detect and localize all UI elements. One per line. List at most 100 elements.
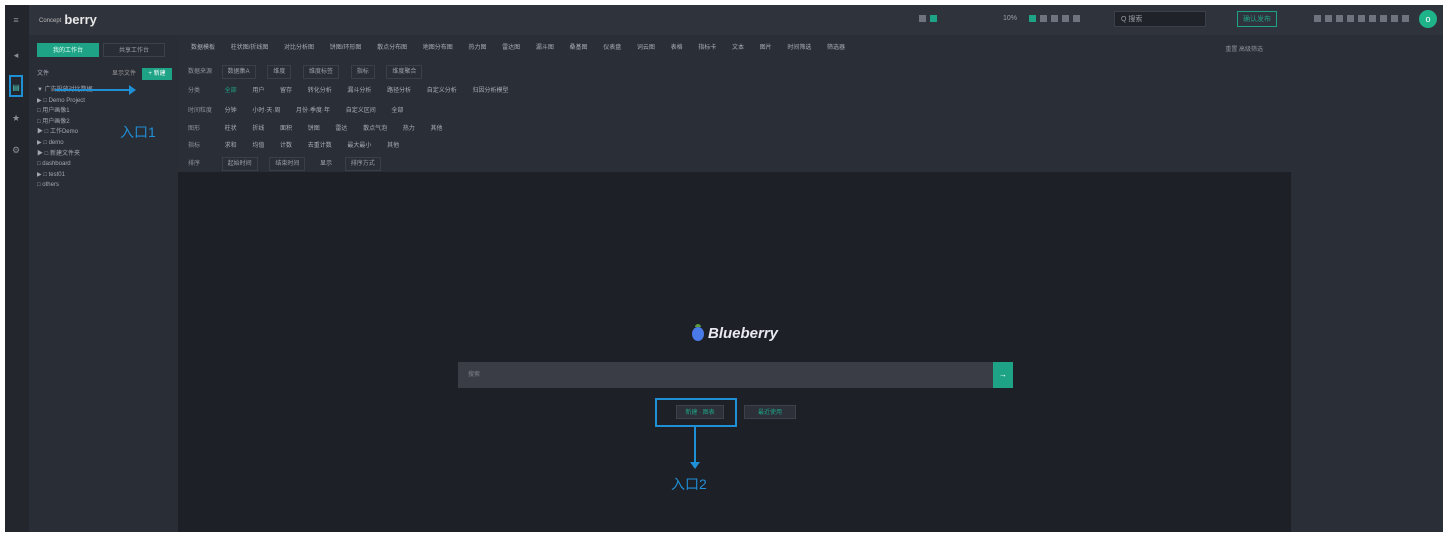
filter-key: 排序 (188, 161, 201, 167)
menu-icon[interactable]: ≡ (11, 15, 21, 25)
tree-item[interactable]: □ 用户画像1 (37, 106, 172, 117)
entry1-arrow (55, 85, 136, 95)
filter-option[interactable]: 柱状 (222, 123, 240, 135)
filter-option[interactable]: 全部 (222, 85, 240, 97)
entry2-annotation: 入口2 (671, 476, 707, 492)
filter-row-category: 分类 全部 用户 留存 转化分析 漏斗分析 路径分析 自定义分析 归因分析模型 (188, 85, 520, 97)
filter-option[interactable]: 分钟 (222, 105, 240, 117)
brand-logo: Concept berry (39, 12, 97, 27)
filter-option[interactable]: 热力 (400, 123, 418, 135)
filter-option[interactable]: 饼图 (305, 123, 323, 135)
filter-row-chart-type: 图形 柱状 折线 面积 饼图 雷达 散点气泡 热力 其他 (188, 123, 454, 135)
filter-option[interactable]: 用户 (249, 85, 267, 97)
filter-option[interactable]: 散点气泡 (360, 123, 390, 135)
filter-option[interactable]: 漏斗分析 (344, 85, 374, 97)
toolbar-item[interactable]: 漏斗图 (533, 42, 557, 54)
tree-item[interactable]: ▶ □ test01 (37, 170, 172, 181)
toolbar-item[interactable]: 表格 (668, 42, 686, 54)
filter-option[interactable]: 求和 (222, 140, 240, 152)
star-icon[interactable]: ★ (11, 113, 21, 123)
app-window: ≡ ◂ ▤ ★ ⚙ Concept berry 10% Q 搜索 确认发布 o 我… (5, 5, 1443, 532)
toolbar-item[interactable]: 指标卡 (695, 42, 719, 54)
toolbar-item[interactable]: 热力图 (465, 42, 489, 54)
toolbar-item[interactable]: 筛选器 (824, 42, 848, 54)
filter-option[interactable]: 面积 (277, 123, 295, 135)
recent-button[interactable]: 最近使用 (744, 405, 796, 419)
filter-option[interactable]: 其他 (384, 140, 402, 152)
zoom-level: 10% (1003, 15, 1018, 22)
blueberry-logo: Blueberry (692, 324, 778, 342)
publish-button[interactable]: 确认发布 (1237, 11, 1277, 27)
filter-option[interactable]: 全部 (388, 105, 406, 117)
toolbar-item[interactable]: 柱状图/折线图 (228, 42, 272, 54)
search-submit-button[interactable]: → (993, 362, 1013, 388)
filter-option[interactable]: 转化分析 (305, 85, 335, 97)
left-rail: ≡ ◂ ▤ ★ ⚙ (5, 5, 29, 532)
filter-option[interactable]: 留存 (277, 85, 295, 97)
toolbar-item[interactable]: 散点分布图 (374, 42, 410, 54)
filter-option[interactable]: 计数 (277, 140, 295, 152)
filter-dropdown[interactable]: 数据集A (221, 65, 256, 79)
view-toggle-icons[interactable] (919, 11, 941, 27)
toolbar-item[interactable]: 桑基图 (567, 42, 591, 54)
file-icon[interactable]: ▤ (9, 75, 23, 97)
filter-row-metric: 指标 求和 均值 计数 去重计数 最大最小 其他 (188, 140, 410, 152)
filter-dropdown[interactable]: 排序方式 (344, 157, 381, 171)
tree-item[interactable]: ▶ □ 新建文件夹 (37, 149, 172, 160)
filter-dropdown[interactable]: 维度 (267, 65, 292, 79)
filter-dropdown[interactable]: 维度聚合 (386, 65, 423, 79)
main-search-input[interactable]: 搜索 (458, 362, 993, 388)
filter-option[interactable]: 雷达 (332, 123, 350, 135)
filter-option[interactable]: 月份·季度·年 (293, 105, 333, 117)
filter-option[interactable]: 路径分析 (384, 85, 414, 97)
toolbar-item[interactable]: 对比分析图 (281, 42, 317, 54)
filter-key: 时间粒度 (188, 108, 213, 114)
filter-dropdown[interactable]: 维度标签 (303, 65, 340, 79)
avatar[interactable]: o (1419, 10, 1437, 28)
top-bar: Concept berry 10% Q 搜索 确认发布 o (29, 5, 1443, 36)
filter-option[interactable]: 小时·天·周 (249, 105, 283, 117)
filter-dropdown[interactable]: 起始时间 (221, 157, 258, 171)
tree-item[interactable]: □ dashboard (37, 159, 172, 170)
filter-option[interactable]: 显示 (317, 158, 335, 170)
toolbar-item[interactable]: 图片 (757, 42, 775, 54)
filter-option[interactable]: 去重计数 (305, 140, 335, 152)
filter-option[interactable]: 折线 (249, 123, 267, 135)
main-panel: 数据模板 柱状图/折线图 对比分析图 饼图/环形图 散点分布图 地图分布图 热力… (178, 35, 1443, 532)
chart-toolbar: 数据模板 柱状图/折线图 对比分析图 饼图/环形图 散点分布图 地图分布图 热力… (188, 42, 856, 54)
toolbar-item[interactable]: 雷达图 (499, 42, 523, 54)
entry2-highlight (655, 398, 737, 427)
filter-option[interactable]: 归因分析模型 (469, 85, 511, 97)
toolbar-item[interactable]: 仪表盘 (600, 42, 624, 54)
show-files-toggle[interactable]: 显示文件 (112, 68, 136, 80)
layout-icons[interactable] (1029, 11, 1084, 27)
filter-option[interactable]: 其他 (427, 123, 445, 135)
toolbar-item[interactable]: 饼图/环形图 (327, 42, 365, 54)
toolbar-item[interactable]: 词云图 (634, 42, 658, 54)
filter-dropdown[interactable]: 结束时间 (269, 157, 306, 171)
toolbar-item[interactable]: 文本 (729, 42, 747, 54)
toolbar-item[interactable]: 地图分布图 (420, 42, 456, 54)
filter-dropdown[interactable]: 指标 (350, 65, 375, 79)
blueberry-icon (692, 324, 704, 342)
filter-option[interactable]: 自定义区间 (343, 105, 379, 117)
filter-key: 分类 (188, 88, 201, 94)
reset-filter-link[interactable]: 重置 高级筛选 (1225, 44, 1263, 53)
toolbar-icons[interactable] (1314, 11, 1413, 27)
filter-option[interactable]: 均值 (249, 140, 267, 152)
filter-key: 数据来源 (188, 69, 213, 75)
collapse-icon[interactable]: ◂ (11, 50, 21, 60)
toolbar-item[interactable]: 时间筛选 (784, 42, 814, 54)
filter-option[interactable]: 自定义分析 (424, 85, 460, 97)
toolbar-item[interactable]: 数据模板 (188, 42, 218, 54)
header-search-input[interactable]: Q 搜索 (1114, 11, 1206, 27)
sidebar-header-label: 文件 (37, 71, 50, 77)
gear-icon[interactable]: ⚙ (11, 145, 21, 155)
filter-key: 指标 (188, 143, 201, 149)
new-button[interactable]: + 新建 (142, 68, 172, 80)
filter-option[interactable]: 最大最小 (344, 140, 374, 152)
tab-my-workspace[interactable]: 我的工作台 (37, 43, 99, 57)
tree-item[interactable]: □ others (37, 180, 172, 191)
tree-item[interactable]: ▶ □ Demo Project (37, 96, 172, 107)
tab-shared-workspace[interactable]: 共享工作台 (103, 43, 165, 57)
